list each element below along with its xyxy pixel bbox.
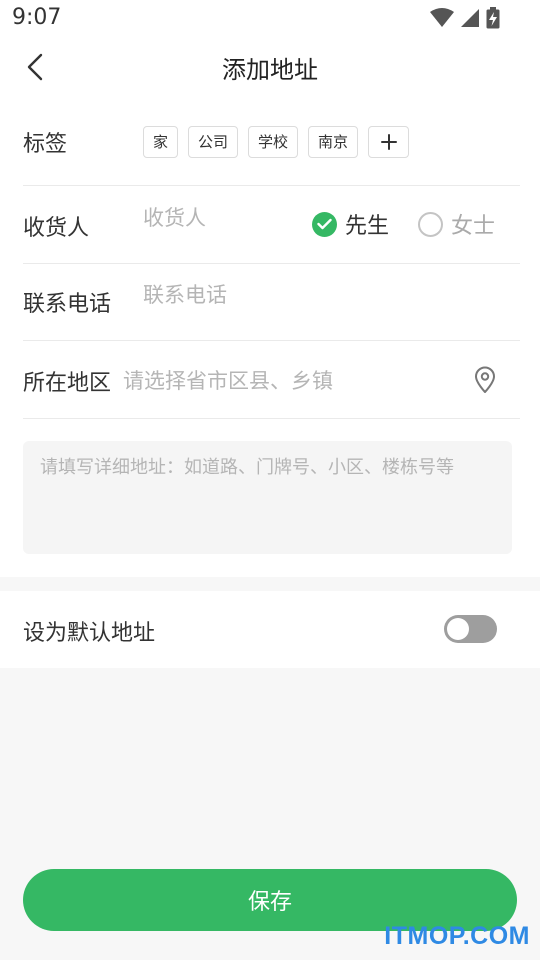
phone-row: 联系电话 <box>23 264 520 341</box>
tags-row: 标签 家 公司 学校 南京 <box>23 108 520 186</box>
tag-list: 家 公司 学校 南京 <box>143 126 410 158</box>
status-bar: 9:07 <box>0 0 540 36</box>
toggle-knob <box>447 618 469 640</box>
gender-option-ms[interactable]: 女士 <box>418 208 495 240</box>
battery-charging-icon <box>486 7 500 29</box>
status-time: 9:07 <box>12 5 62 30</box>
tags-label: 标签 <box>23 132 68 157</box>
add-tag-button[interactable] <box>368 126 410 158</box>
default-address-row: 设为默认地址 <box>0 591 540 668</box>
region-selector[interactable]: 请选择省市区县、乡镇 <box>123 365 333 395</box>
tag-home[interactable]: 家 <box>143 126 179 158</box>
watermark-logo: ITMOP.COM <box>384 922 530 950</box>
plus-icon <box>380 134 397 150</box>
radio-checked-icon <box>312 211 337 237</box>
phone-label: 联系电话 <box>23 292 112 317</box>
default-address-label: 设为默认地址 <box>23 621 156 646</box>
add-address-screen: 9:07 添加地址 标签 家 公司 学校 南京 收货人 收货人 先生 女士 联系… <box>0 0 540 960</box>
detail-address-input[interactable] <box>23 441 512 554</box>
receiver-input[interactable] <box>143 206 303 230</box>
header: 添加地址 <box>0 40 540 94</box>
radio-unchecked-icon <box>418 211 443 237</box>
tag-nanjing[interactable]: 南京 <box>308 126 359 158</box>
location-pin-icon[interactable] <box>473 366 497 394</box>
phone-input[interactable] <box>143 283 443 307</box>
default-address-toggle[interactable] <box>444 615 497 643</box>
region-row: 所在地区 请选择省市区县、乡镇 <box>23 341 520 419</box>
receiver-label: 收货人 <box>23 216 90 241</box>
tag-company[interactable]: 公司 <box>188 126 239 158</box>
status-icons <box>430 7 500 29</box>
wifi-icon <box>430 8 454 27</box>
region-label: 所在地区 <box>23 371 112 396</box>
gender-option-ms-label: 女士 <box>451 214 496 239</box>
gender-option-mr-label: 先生 <box>345 214 390 239</box>
page-title: 添加地址 <box>222 56 318 84</box>
cellular-signal-icon <box>461 9 479 27</box>
gender-option-mr[interactable]: 先生 <box>312 208 389 240</box>
tag-school[interactable]: 学校 <box>248 126 299 158</box>
receiver-row: 收货人 先生 女士 <box>23 186 520 264</box>
